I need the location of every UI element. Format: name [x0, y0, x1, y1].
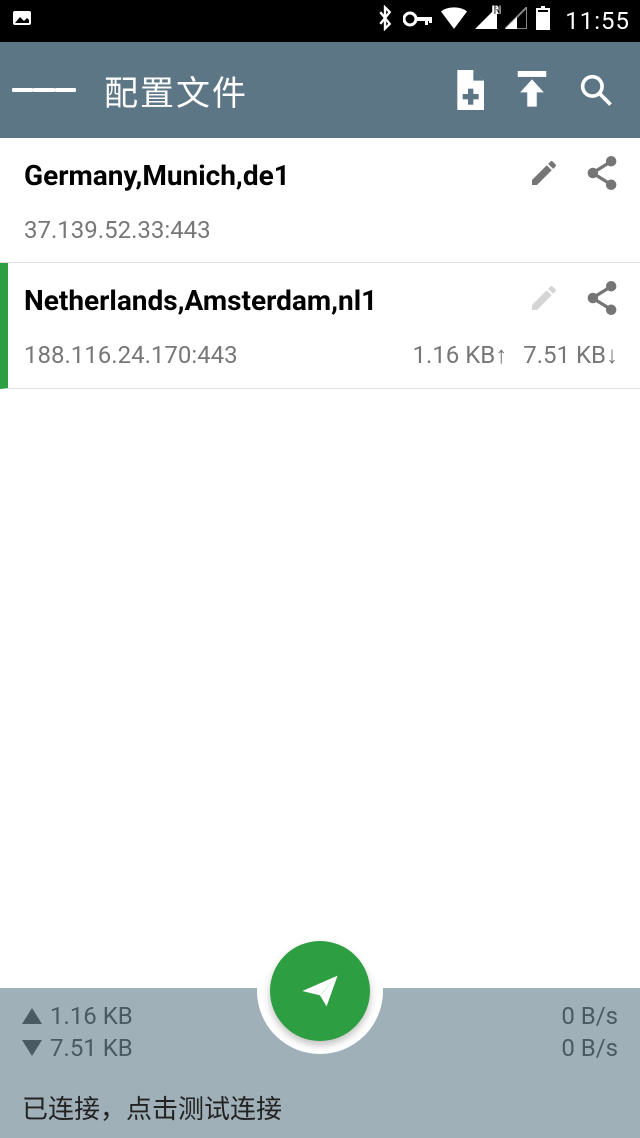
upload-button[interactable] — [500, 58, 564, 122]
add-file-button[interactable] — [436, 58, 500, 122]
connect-fab[interactable] — [270, 941, 370, 1041]
edit-icon — [528, 282, 560, 318]
bottom-bar: 1.16 KB 7.51 KB 0 B/s 0 B/s 已连接，点击测试连接 — [0, 988, 640, 1138]
profile-name: Netherlands,Amsterdam,nl1 — [24, 284, 528, 317]
picture-icon — [10, 6, 34, 36]
clock: 11:55 — [565, 7, 630, 35]
edit-icon[interactable] — [528, 157, 560, 193]
wifi-icon — [441, 7, 467, 35]
bluetooth-icon — [375, 5, 395, 37]
share-icon[interactable] — [586, 281, 618, 319]
battery-icon — [535, 6, 551, 36]
share-icon[interactable] — [586, 156, 618, 194]
rate-down: 0 B/s — [561, 1034, 618, 1062]
search-button[interactable] — [564, 58, 628, 122]
key-icon — [403, 9, 433, 34]
signal-2-icon: H — [505, 7, 527, 35]
profile-address: 37.139.52.33:443 — [24, 216, 618, 244]
total-down: 7.51 KB — [22, 1034, 133, 1062]
profile-up: 1.16 KB↑ — [412, 341, 507, 370]
profile-address: 188.116.24.170:443 — [24, 341, 412, 369]
rate-up: 0 B/s — [561, 1002, 618, 1030]
profile-row[interactable]: Netherlands,Amsterdam,nl1 188.116.24.170… — [0, 263, 640, 389]
status-bar: R H 11:55 — [0, 0, 640, 42]
profile-down: 7.51 KB↓ — [523, 341, 618, 370]
connection-status[interactable]: 已连接，点击测试连接 — [22, 1089, 282, 1126]
app-bar: 配置文件 — [0, 42, 640, 138]
total-up: 1.16 KB — [22, 1002, 133, 1030]
profile-name: Germany,Munich,de1 — [24, 159, 528, 192]
send-icon — [298, 969, 342, 1013]
page-title: 配置文件 — [104, 66, 436, 115]
menu-button[interactable] — [12, 58, 76, 122]
profile-row[interactable]: Germany,Munich,de1 37.139.52.33:443 — [0, 138, 640, 263]
